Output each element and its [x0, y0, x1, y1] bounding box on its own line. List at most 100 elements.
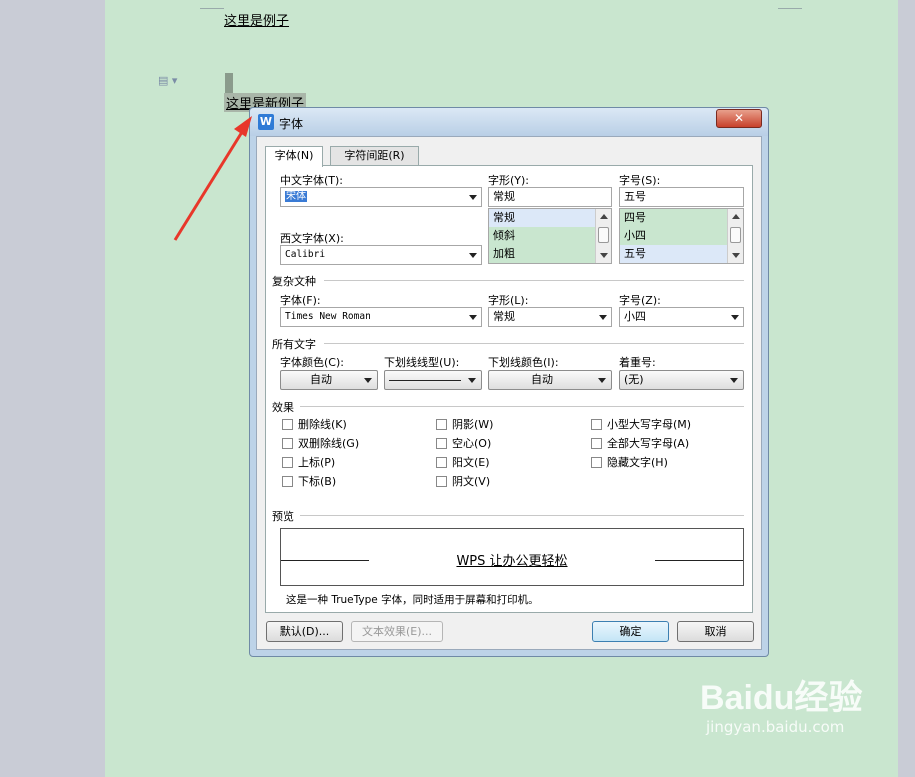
chevron-down-icon[interactable] — [599, 315, 607, 320]
checkbox-box[interactable] — [591, 419, 602, 430]
complex-style-value: 常规 — [493, 310, 515, 323]
complex-size-label: 字号(Z): — [619, 294, 661, 307]
style-option[interactable]: 加粗 — [489, 245, 611, 263]
text-cursor — [225, 73, 233, 95]
subscript-checkbox[interactable]: 下标(B) — [282, 475, 336, 488]
close-button[interactable]: ✕ — [716, 109, 762, 128]
western-font-value: Calibri — [285, 249, 326, 260]
cancel-button[interactable]: 取消 — [677, 621, 754, 642]
paragraph-handle-icon[interactable]: ▤ ▾ — [158, 74, 177, 87]
checkbox-box[interactable] — [436, 457, 447, 468]
size-listbox[interactable]: 四号 小四 五号 — [619, 208, 744, 264]
group-divider — [324, 343, 744, 344]
all-caps-checkbox[interactable]: 全部大写字母(A) — [591, 437, 689, 450]
style-input[interactable]: 常规 — [488, 187, 612, 207]
checkbox-box[interactable] — [282, 457, 293, 468]
checkbox-label: 下标(B) — [298, 475, 337, 488]
size-option[interactable]: 小四 — [620, 227, 743, 245]
emphasis-combo[interactable]: (无) — [619, 370, 744, 390]
chevron-down-icon[interactable] — [469, 253, 477, 258]
scroll-down-icon[interactable] — [600, 253, 608, 258]
style-listbox[interactable]: 常规 倾斜 加粗 — [488, 208, 612, 264]
tab-font[interactable]: 字体(N) — [265, 146, 323, 167]
shadow-checkbox[interactable]: 阴影(W) — [436, 418, 493, 431]
chevron-down-icon[interactable] — [731, 315, 739, 320]
size-scrollbar[interactable] — [727, 209, 743, 263]
size-label: 字号(S): — [619, 174, 661, 187]
dialog-title: 字体 — [279, 117, 304, 131]
checkbox-box[interactable] — [591, 457, 602, 468]
complex-style-label: 字形(L): — [488, 294, 529, 307]
size-option[interactable]: 四号 — [620, 209, 743, 227]
scroll-up-icon[interactable] — [600, 214, 608, 219]
chinese-font-combo[interactable]: 宋体 — [280, 187, 482, 207]
engrave-checkbox[interactable]: 阴文(V) — [436, 475, 490, 488]
baidu-jingyan-watermark: Baidu经验 jingyan.baidu.com — [700, 670, 862, 736]
size-option[interactable]: 五号 — [620, 245, 743, 263]
emboss-checkbox[interactable]: 阳文(E) — [436, 456, 490, 469]
checkbox-box[interactable] — [282, 438, 293, 449]
complex-size-value: 小四 — [624, 310, 646, 323]
checkbox-box[interactable] — [436, 438, 447, 449]
font-color-combo[interactable]: 自动 — [280, 370, 378, 390]
text-effects-button[interactable]: 文本效果(E)... — [351, 621, 443, 642]
checkbox-label: 阴影(W) — [452, 418, 494, 431]
underline-color-label: 下划线颜色(I): — [488, 356, 559, 369]
dialog-titlebar[interactable]: W 字体 ✕ — [250, 108, 768, 136]
scroll-thumb[interactable] — [730, 227, 741, 243]
checkbox-box[interactable] — [591, 438, 602, 449]
chevron-down-icon[interactable] — [364, 378, 372, 383]
double-strikethrough-checkbox[interactable]: 双删除线(G) — [282, 437, 359, 450]
checkbox-box[interactable] — [282, 419, 293, 430]
checkbox-label: 阴文(V) — [452, 475, 491, 488]
document-line[interactable]: 这里是例子 — [224, 10, 289, 29]
dialog-client: 字体(N) 字符间距(R) 中文字体(T): 字形(Y): 字号(S): 宋体 … — [256, 136, 762, 650]
complex-font-value: Times New Roman — [285, 311, 371, 322]
scroll-up-icon[interactable] — [732, 214, 740, 219]
size-input[interactable]: 五号 — [619, 187, 744, 207]
western-font-combo[interactable]: Calibri — [280, 245, 482, 265]
chinese-font-label: 中文字体(T): — [280, 174, 344, 187]
preview-group-title: 预览 — [272, 510, 294, 523]
underline-color-combo[interactable]: 自动 — [488, 370, 612, 390]
all-text-group-title: 所有文字 — [272, 338, 316, 351]
checkbox-label: 隐藏文字(H) — [607, 456, 668, 469]
checkbox-box[interactable] — [436, 476, 447, 487]
complex-style-combo[interactable]: 常规 — [488, 307, 612, 327]
group-divider — [300, 406, 744, 407]
tab-character-spacing[interactable]: 字符间距(R) — [330, 146, 419, 166]
chevron-down-icon[interactable] — [598, 378, 606, 383]
scroll-thumb[interactable] — [598, 227, 609, 243]
hidden-text-checkbox[interactable]: 隐藏文字(H) — [591, 456, 668, 469]
checkbox-box[interactable] — [436, 419, 447, 430]
chevron-down-icon[interactable] — [469, 195, 477, 200]
ok-button[interactable]: 确定 — [592, 621, 669, 642]
superscript-checkbox[interactable]: 上标(P) — [282, 456, 335, 469]
underline-sample-line — [389, 380, 461, 381]
checkbox-label: 小型大写字母(M) — [607, 418, 692, 431]
strikethrough-checkbox[interactable]: 删除线(K) — [282, 418, 347, 431]
outline-checkbox[interactable]: 空心(O) — [436, 437, 491, 450]
complex-size-combo[interactable]: 小四 — [619, 307, 744, 327]
style-option[interactable]: 倾斜 — [489, 227, 611, 245]
chevron-down-icon[interactable] — [468, 378, 476, 383]
default-button[interactable]: 默认(D)... — [266, 621, 343, 642]
underline-style-combo[interactable] — [384, 370, 482, 390]
watermark-url: jingyan.baidu.com — [706, 718, 845, 736]
preview-note: 这是一种 TrueType 字体，同时适用于屏幕和打印机。 — [286, 594, 539, 606]
style-scrollbar[interactable] — [595, 209, 611, 263]
small-caps-checkbox[interactable]: 小型大写字母(M) — [591, 418, 691, 431]
complex-font-combo[interactable]: Times New Roman — [280, 307, 482, 327]
page-corner-mark — [200, 8, 224, 9]
style-option[interactable]: 常规 — [489, 209, 611, 227]
checkbox-box[interactable] — [282, 476, 293, 487]
wps-app-icon: W — [258, 114, 274, 130]
chevron-down-icon[interactable] — [469, 315, 477, 320]
font-dialog: W 字体 ✕ 字体(N) 字符间距(R) 中文字体(T): 字形(Y): 字号(… — [249, 107, 769, 657]
chevron-down-icon[interactable] — [730, 378, 738, 383]
effects-group-title: 效果 — [272, 401, 294, 414]
underline-style-label: 下划线线型(U): — [384, 356, 460, 369]
scroll-down-icon[interactable] — [732, 253, 740, 258]
page-corner-mark — [778, 8, 802, 9]
complex-font-label: 字体(F): — [280, 294, 321, 307]
